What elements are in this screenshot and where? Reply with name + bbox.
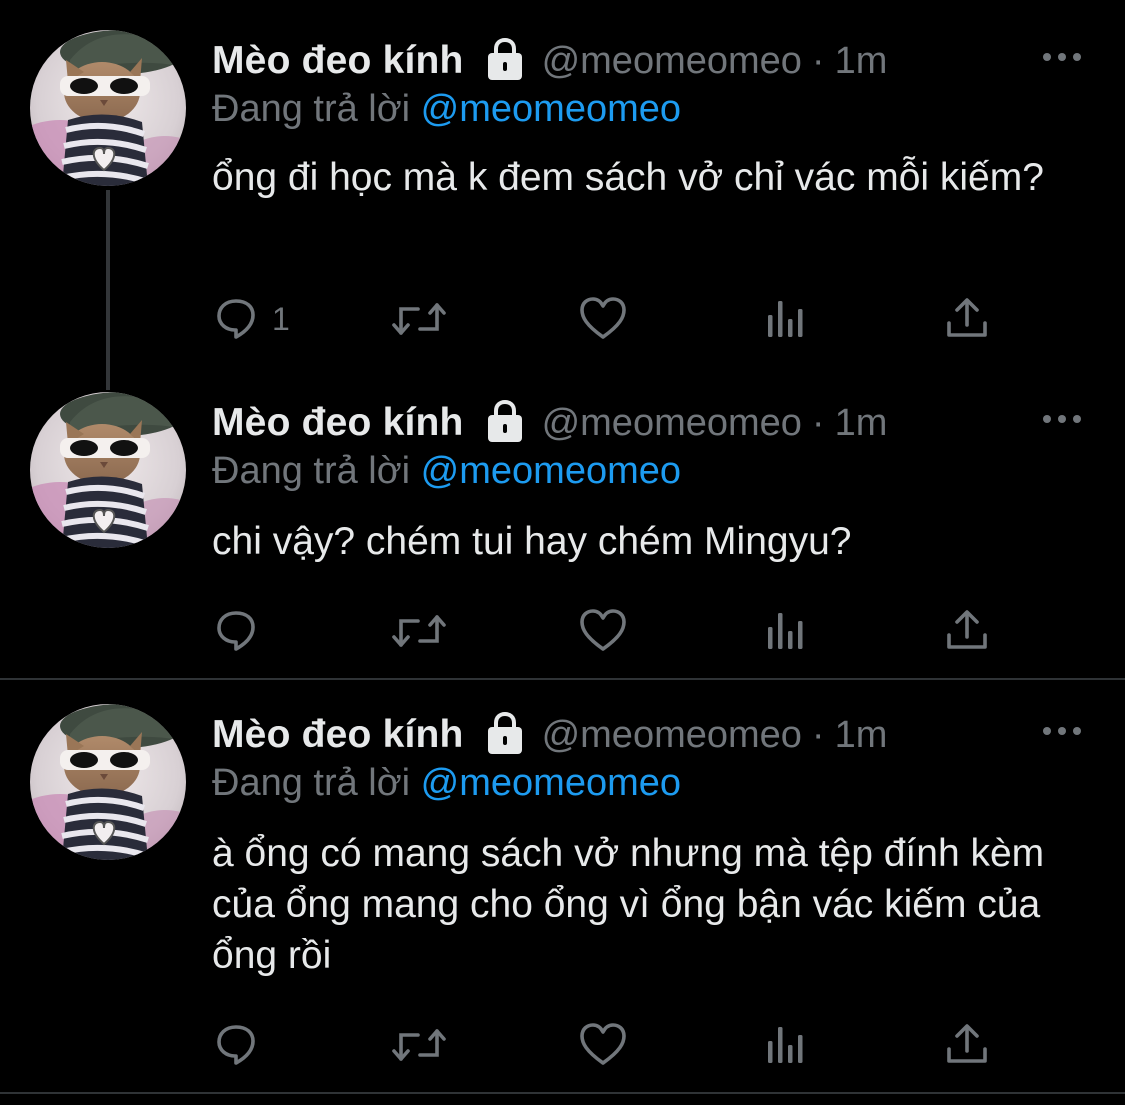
display-name[interactable]: Mèo đeo kính — [212, 713, 464, 757]
more-icon[interactable] — [1040, 404, 1084, 434]
tweet[interactable]: Mèo đeo kính @meomeomeo · 1m Đang trả lờ… — [0, 680, 1125, 1090]
user-handle[interactable]: @meomeomeo — [542, 402, 802, 445]
avatar[interactable] — [30, 392, 186, 548]
like-icon — [580, 609, 626, 653]
timestamp[interactable]: 1m — [835, 714, 888, 757]
tweet-divider — [0, 1092, 1125, 1094]
share-button[interactable] — [946, 1020, 988, 1070]
like-button[interactable] — [580, 606, 626, 656]
avatar[interactable] — [30, 30, 186, 186]
views-button[interactable] — [766, 294, 806, 344]
retweet-icon — [392, 609, 446, 653]
views-button[interactable] — [766, 1020, 806, 1070]
share-icon — [946, 609, 988, 653]
tweet-text: chi vậy? chém tui hay chém Mingyu? — [212, 520, 852, 563]
avatar[interactable] — [30, 704, 186, 860]
replying-to: Đang trả lời @meomeomeo — [212, 762, 681, 805]
thread-connector-line — [106, 190, 110, 390]
reply-icon — [214, 1023, 258, 1067]
tweet-text: ổng đi học mà k đem sách vở chỉ vác mỗi … — [212, 156, 1044, 199]
reply-icon — [214, 297, 258, 341]
separator: · — [811, 39, 825, 82]
like-icon — [580, 297, 626, 341]
tweet-text: à ổng có mang sách vở nhưng mà tệp đính … — [212, 832, 1045, 977]
views-icon — [766, 297, 806, 341]
replying-prefix: Đang trả lời — [212, 450, 411, 492]
retweet-icon — [392, 1023, 446, 1067]
reply-button[interactable]: 1 — [214, 294, 290, 344]
tweet-actions — [212, 606, 1012, 656]
share-button[interactable] — [946, 294, 988, 344]
replying-to: Đang trả lời @meomeomeo — [212, 450, 681, 493]
reply-button[interactable] — [214, 606, 272, 656]
retweet-button[interactable] — [392, 606, 446, 656]
like-button[interactable] — [580, 294, 626, 344]
reply-icon — [214, 609, 258, 653]
share-icon — [946, 297, 988, 341]
replying-to: Đang trả lời @meomeomeo — [212, 88, 681, 131]
like-icon — [580, 1023, 626, 1067]
reply-mention-link[interactable]: @meomeomeo — [421, 450, 681, 492]
replying-prefix: Đang trả lời — [212, 762, 411, 804]
user-handle[interactable]: @meomeomeo — [542, 714, 802, 757]
separator: · — [811, 713, 825, 756]
views-icon — [766, 609, 806, 653]
like-button[interactable] — [580, 1020, 626, 1070]
reply-button[interactable] — [214, 1020, 272, 1070]
tweet[interactable]: Mèo đeo kính @meomeomeo · 1m Đang trả lờ… — [0, 0, 1125, 400]
tweet-header: Mèo đeo kính @meomeomeo · 1m — [212, 38, 887, 84]
more-icon[interactable] — [1040, 42, 1084, 72]
tweet-header: Mèo đeo kính @meomeomeo · 1m — [212, 712, 887, 758]
reply-count: 1 — [272, 300, 290, 337]
views-icon — [766, 1023, 806, 1067]
conversation-thread: Mèo đeo kính @meomeomeo · 1m Đang trả lờ… — [0, 0, 1125, 1105]
lock-icon — [484, 712, 526, 758]
replying-prefix: Đang trả lời — [212, 88, 411, 130]
share-button[interactable] — [946, 606, 988, 656]
user-handle[interactable]: @meomeomeo — [542, 40, 802, 83]
timestamp[interactable]: 1m — [835, 402, 888, 445]
more-icon[interactable] — [1040, 716, 1084, 746]
display-name[interactable]: Mèo đeo kính — [212, 401, 464, 445]
display-name[interactable]: Mèo đeo kính — [212, 39, 464, 83]
timestamp[interactable]: 1m — [835, 40, 888, 83]
tweet-header: Mèo đeo kính @meomeomeo · 1m — [212, 400, 887, 446]
lock-icon — [484, 38, 526, 84]
retweet-button[interactable] — [392, 1020, 446, 1070]
retweet-button[interactable] — [392, 294, 446, 344]
reply-mention-link[interactable]: @meomeomeo — [421, 88, 681, 130]
lock-icon — [484, 400, 526, 446]
reply-mention-link[interactable]: @meomeomeo — [421, 762, 681, 804]
tweet-actions: 1 — [212, 294, 1012, 344]
tweet-actions — [212, 1020, 1012, 1070]
retweet-icon — [392, 297, 446, 341]
share-icon — [946, 1023, 988, 1067]
tweet[interactable]: Mèo đeo kính @meomeomeo · 1m Đang trả lờ… — [0, 390, 1125, 678]
separator: · — [811, 401, 825, 444]
views-button[interactable] — [766, 606, 806, 656]
